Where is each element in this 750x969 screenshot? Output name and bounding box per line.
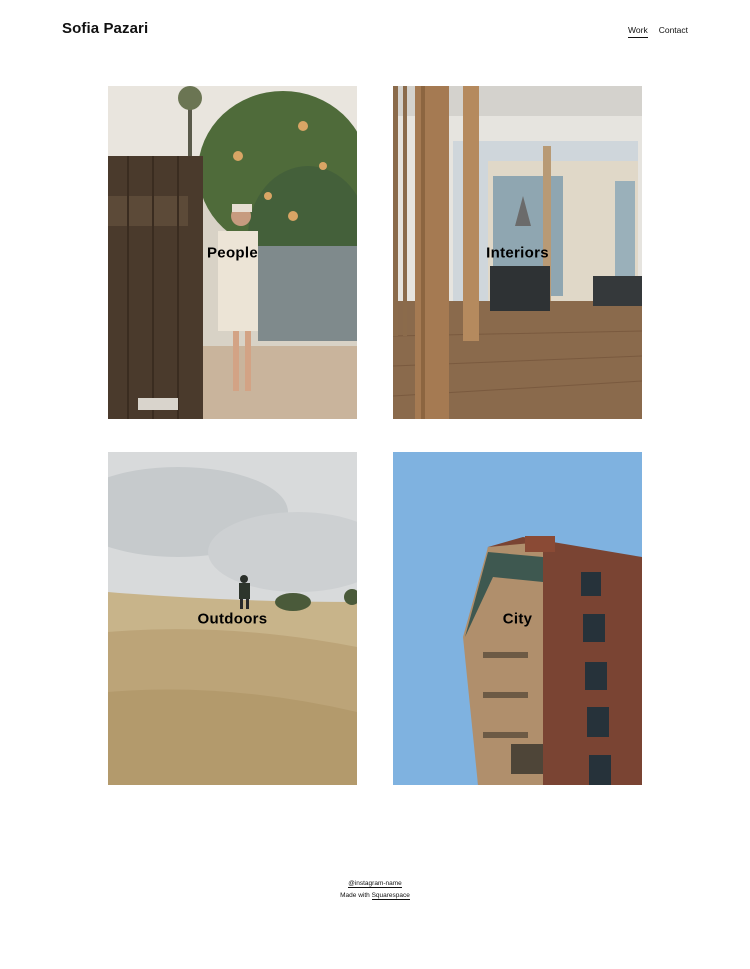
tile-label-city: City <box>502 610 533 627</box>
tile-label-outdoors: Outdoors <box>197 610 268 627</box>
gallery-tile-outdoors[interactable]: Outdoors <box>108 452 357 785</box>
tile-label-interiors: Interiors <box>486 244 549 261</box>
footer-instagram-line: @instagram-name <box>0 878 750 890</box>
main-nav: Work Contact <box>628 25 688 38</box>
footer-made-with-line: Made with Squarespace <box>0 890 750 902</box>
gallery-tile-city[interactable]: City <box>393 452 642 785</box>
made-with-text: Made with <box>340 892 370 899</box>
gallery-tile-people[interactable]: People <box>108 86 357 419</box>
squarespace-link[interactable]: Squarespace <box>371 892 410 900</box>
footer: @instagram-name Made with Squarespace <box>0 878 750 902</box>
nav-contact-link[interactable]: Contact <box>659 25 688 38</box>
instagram-link[interactable]: @instagram-name <box>348 880 402 888</box>
gallery-tile-interiors[interactable]: Interiors <box>393 86 642 419</box>
nav-work-link[interactable]: Work <box>628 25 648 38</box>
site-title[interactable]: Sofia Pazari <box>62 20 148 37</box>
tile-label-people: People <box>207 244 258 261</box>
